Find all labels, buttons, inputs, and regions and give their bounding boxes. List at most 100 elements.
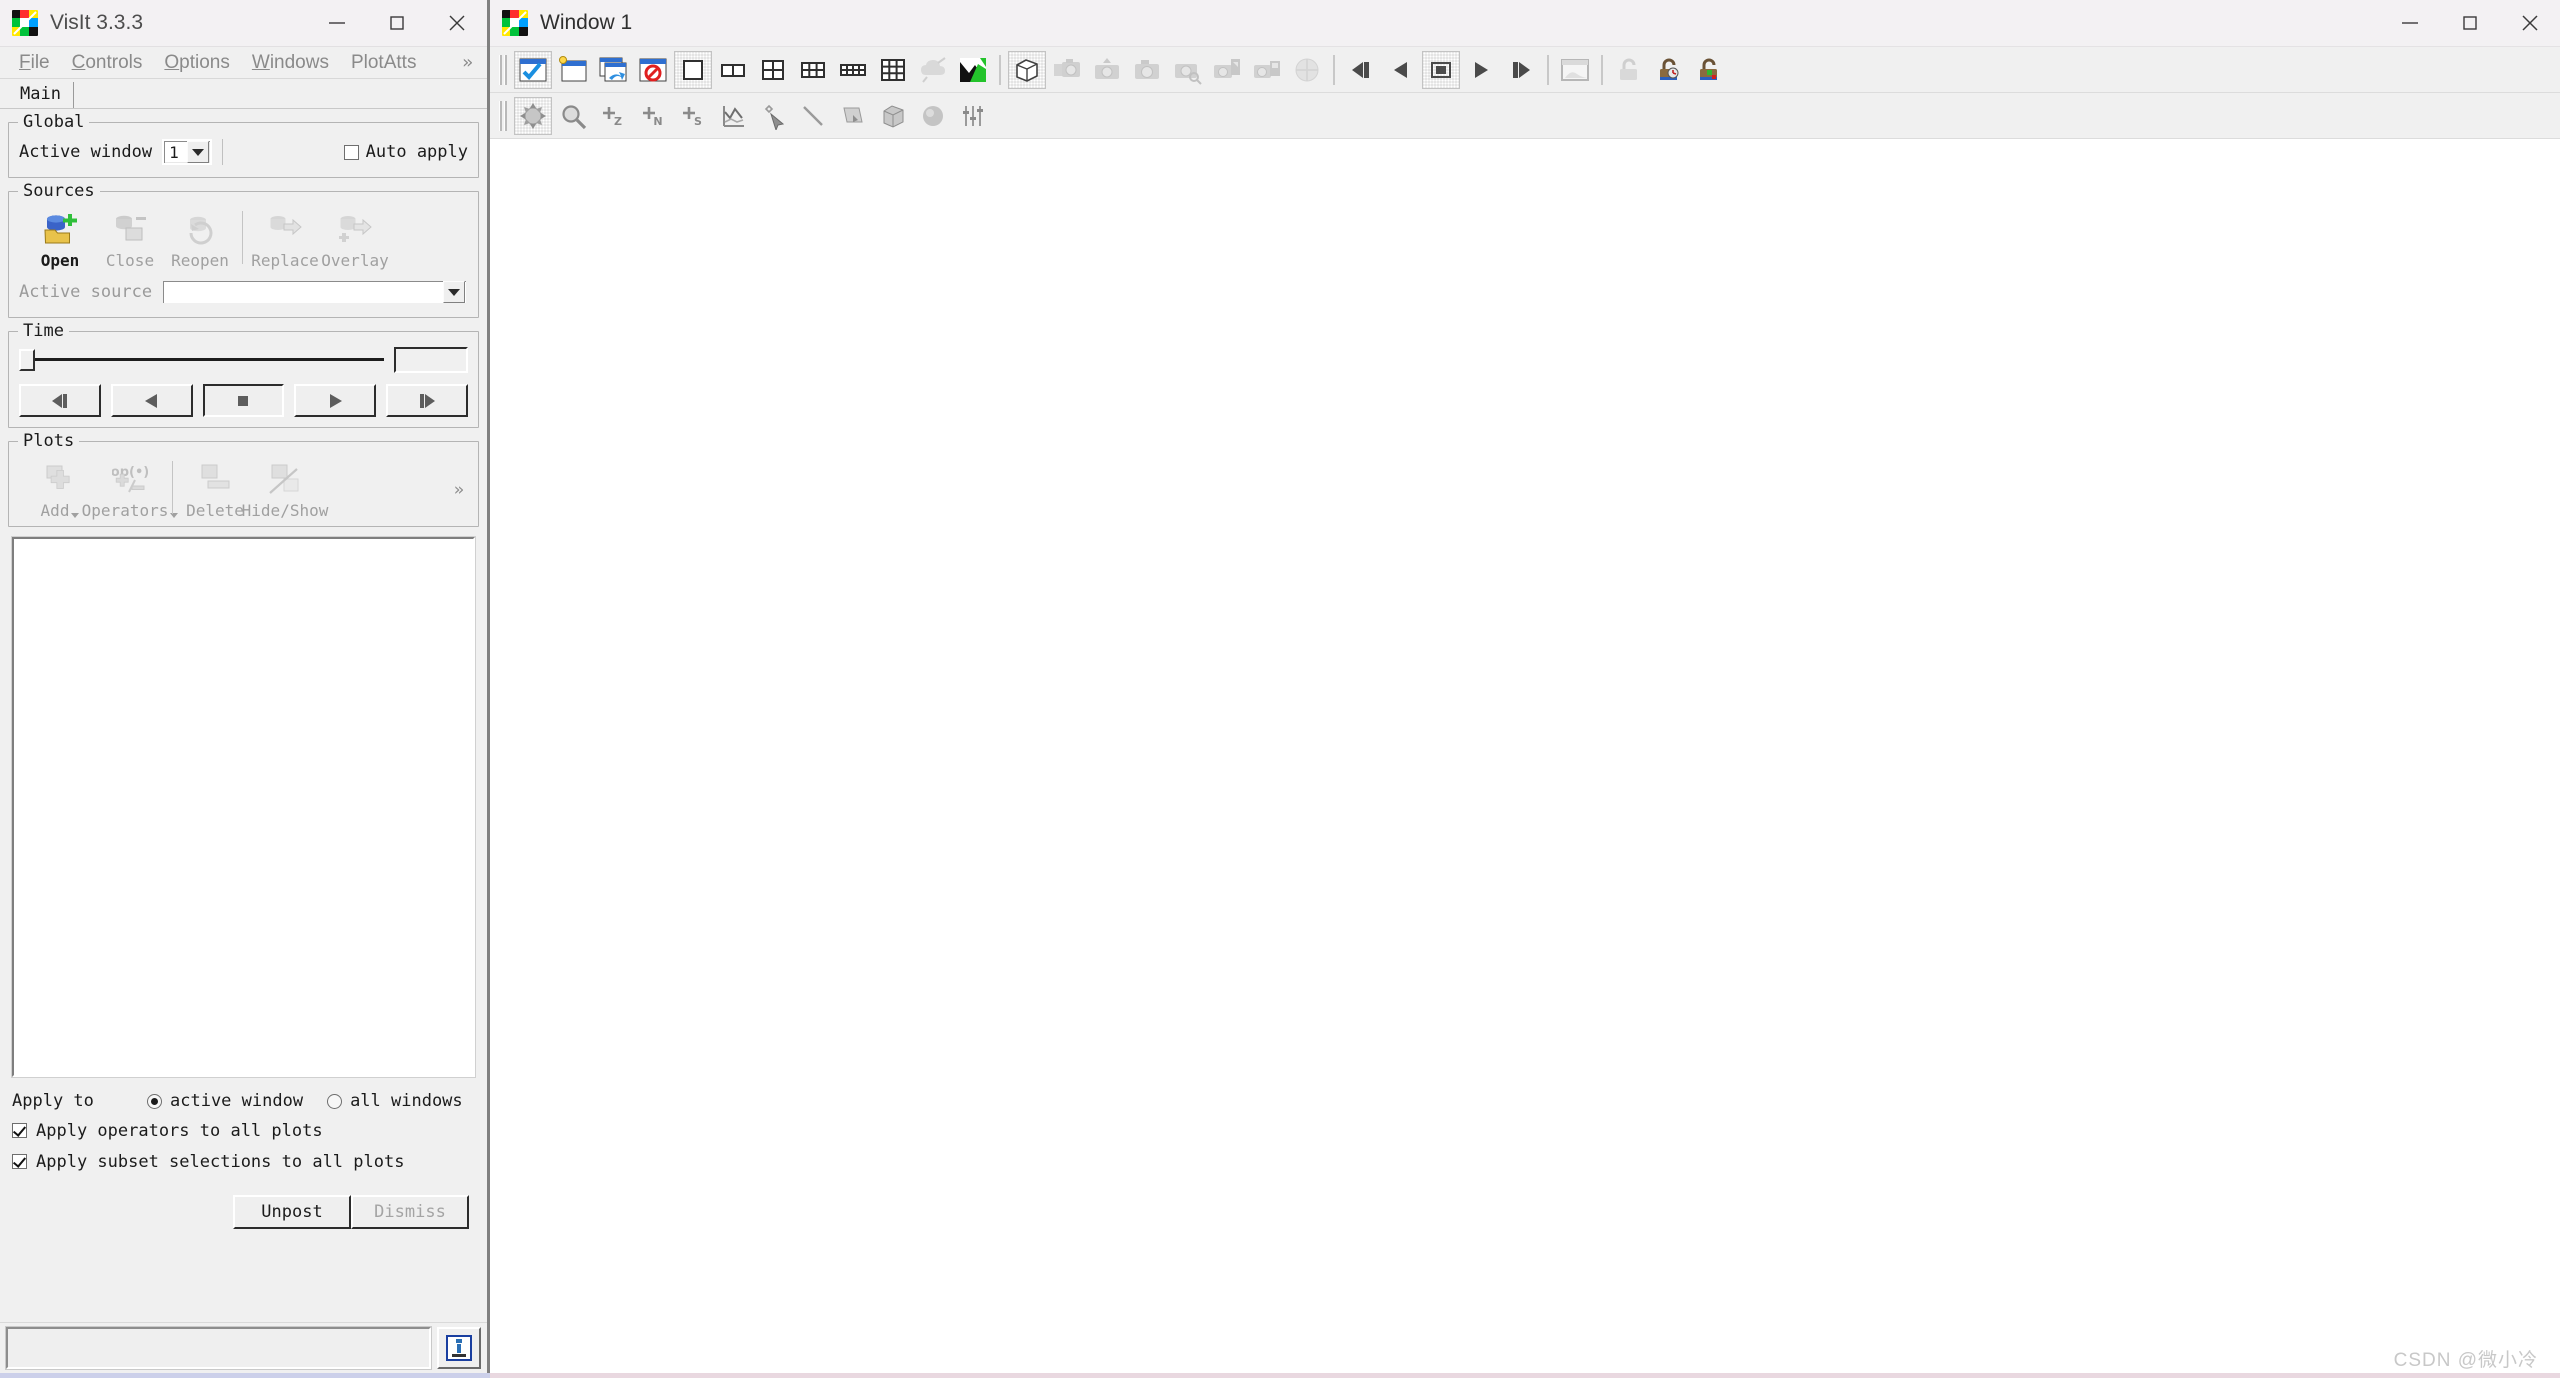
menu-item-controls[interactable]: Controls <box>61 52 154 74</box>
sources-group: Sources Open <box>8 191 479 318</box>
new-window-icon <box>558 55 588 85</box>
maximize-button[interactable] <box>367 0 427 46</box>
visualization-canvas[interactable] <box>490 139 2560 1378</box>
menu-item-options[interactable]: Options <box>153 52 240 74</box>
hide-show-plot-button[interactable]: Hide/Show <box>250 459 320 520</box>
layout-3x3-button[interactable] <box>874 51 912 89</box>
lock-time-button[interactable] <box>1650 51 1688 89</box>
auto-apply-toggle[interactable]: Auto apply <box>344 142 468 162</box>
line-tool-button[interactable] <box>794 97 832 135</box>
open-source-button[interactable]: Open <box>25 209 95 270</box>
tab-main[interactable]: Main <box>8 82 74 108</box>
time-slider-handle[interactable] <box>19 349 35 371</box>
select-window-button[interactable] <box>514 51 552 89</box>
delete-plot-label: Delete <box>186 501 244 520</box>
main-panel-body: Global Active window 1 Auto apply Sou <box>0 109 487 1229</box>
hide-show-plot-label: Hide/Show <box>242 501 329 520</box>
delete-plot-icon <box>197 461 233 497</box>
navigate-mode-button[interactable] <box>514 97 552 135</box>
unpost-button[interactable]: Unpost <box>233 1195 351 1229</box>
zone-pick-button[interactable]: Z <box>594 97 632 135</box>
hide-show-plot-icon <box>267 461 303 497</box>
camera-undo-icon <box>1212 55 1242 85</box>
plots-overflow-button[interactable]: » <box>454 480 468 500</box>
active-source-combo[interactable] <box>161 279 468 305</box>
lock-tools-button[interactable] <box>1690 51 1728 89</box>
menu-item-file[interactable]: File <box>8 52 61 74</box>
plot-list[interactable] <box>12 537 475 1077</box>
close-button[interactable] <box>427 0 487 46</box>
prev-frame-icon <box>1348 60 1374 80</box>
menu-overflow-button[interactable]: » <box>462 52 473 73</box>
plane-tool-button[interactable] <box>834 97 872 135</box>
play-reverse-icon <box>1389 60 1413 80</box>
toolbar-grip[interactable] <box>497 55 508 85</box>
sphere-tool-button[interactable] <box>914 97 952 135</box>
close-button[interactable] <box>2500 0 2560 46</box>
time-stop-button[interactable] <box>203 384 285 417</box>
camera-up-icon <box>1092 55 1122 85</box>
overlay-source-button[interactable]: Overlay <box>320 209 390 270</box>
minimize-button[interactable] <box>307 0 367 46</box>
anim-stop-button[interactable] <box>1422 51 1460 89</box>
replace-source-button[interactable]: Replace <box>250 209 320 270</box>
time-value-input[interactable] <box>394 347 468 373</box>
operators-button[interactable]: op(•) Operators <box>95 459 165 520</box>
clone-window-icon <box>598 55 628 85</box>
spreadsheet-pick-button[interactable]: S <box>674 97 712 135</box>
time-slider[interactable] <box>19 346 384 374</box>
visit-logo-icon <box>502 10 528 36</box>
apply-operators-row[interactable]: Apply operators to all plots <box>12 1115 475 1146</box>
layout-1x1-button[interactable] <box>674 51 712 89</box>
apply-subset-label: Apply subset selections to all plots <box>36 1152 404 1172</box>
view-3d-button[interactable] <box>1008 51 1046 89</box>
zoom-mode-button[interactable] <box>554 97 592 135</box>
close-source-button[interactable]: Close <box>95 209 165 270</box>
time-step-backward-button[interactable] <box>19 384 101 417</box>
delete-plot-button[interactable]: Delete <box>180 459 250 520</box>
apply-subset-row[interactable]: Apply subset selections to all plots <box>12 1146 475 1177</box>
menu-item-plotatts[interactable]: PlotAtts <box>340 52 427 74</box>
minimize-button[interactable] <box>2380 0 2440 46</box>
radio-all-windows-label: all windows <box>350 1091 463 1111</box>
axis-restriction-button[interactable] <box>954 97 992 135</box>
clone-window-button[interactable] <box>594 51 632 89</box>
time-play-button[interactable] <box>294 384 376 417</box>
layout-2x2-button[interactable] <box>754 51 792 89</box>
box-tool-button[interactable] <box>874 97 912 135</box>
active-window-combo[interactable]: 1 <box>162 139 212 165</box>
time-play-reverse-button[interactable] <box>111 384 193 417</box>
layout-2x3-button[interactable] <box>794 51 832 89</box>
apply-subset-checkbox[interactable] <box>12 1154 27 1169</box>
information-button[interactable] <box>437 1327 481 1369</box>
anim-reverse-button[interactable] <box>1382 51 1420 89</box>
maximize-button[interactable] <box>2440 0 2500 46</box>
reopen-database-icon <box>182 211 218 247</box>
anim-play-button[interactable] <box>1462 51 1500 89</box>
anim-step-back-button[interactable] <box>1342 51 1380 89</box>
time-step-forward-button[interactable] <box>386 384 468 417</box>
plus-n-icon: N <box>639 102 667 130</box>
lineout-button[interactable] <box>714 97 752 135</box>
layout-2x4-button[interactable] <box>834 51 872 89</box>
lock-time-icon <box>1655 56 1683 84</box>
pick-tool-button[interactable] <box>754 97 792 135</box>
layout-1x2-button[interactable] <box>714 51 752 89</box>
lock-view-icon <box>1615 56 1643 84</box>
radio-active-window[interactable] <box>147 1094 162 1109</box>
save-view-button <box>1048 51 1086 89</box>
auto-apply-checkbox[interactable] <box>344 145 359 160</box>
svg-text:S: S <box>694 115 702 128</box>
save-window-button <box>1556 51 1594 89</box>
toolbar-grip[interactable] <box>497 101 508 131</box>
new-window-button[interactable] <box>554 51 592 89</box>
node-pick-button[interactable]: N <box>634 97 672 135</box>
play-icon <box>325 393 345 409</box>
reopen-source-button[interactable]: Reopen <box>165 209 235 270</box>
plot-palette-button[interactable] <box>954 51 992 89</box>
anim-step-fwd-button[interactable] <box>1502 51 1540 89</box>
apply-operators-checkbox[interactable] <box>12 1123 27 1138</box>
delete-window-button[interactable] <box>634 51 672 89</box>
radio-all-windows[interactable] <box>327 1094 342 1109</box>
menu-item-windows[interactable]: Windows <box>241 52 340 74</box>
